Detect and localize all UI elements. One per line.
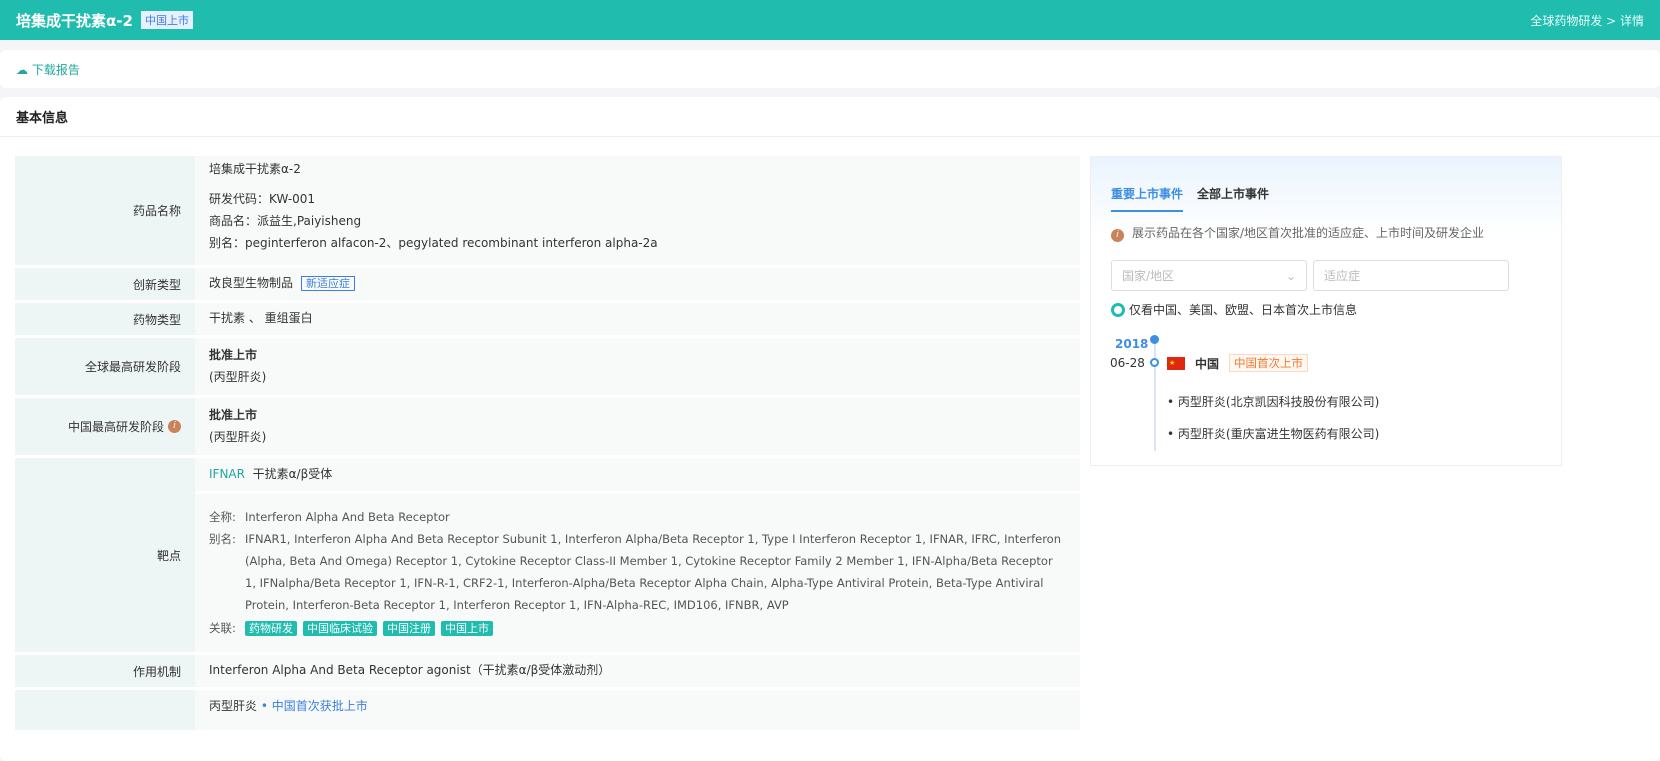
row-name: 药品名称 培集成干扰素α-2 研发代码：KW-001 商品名：派益生,Paiyish… <box>15 156 1080 265</box>
indication-input[interactable]: 适应症 <box>1313 260 1509 291</box>
market-events-panel: 重要上市事件 全部上市事件 i 展示药品在各个国家/地区首次批准的适应症、上市时间及… <box>1090 156 1562 466</box>
row-global-stage: 全球最高研发阶段 批准上市 (丙型肝炎) <box>15 338 1080 395</box>
page-title: 培集成干扰素α-2 <box>16 11 133 30</box>
timeline-year: 2018 <box>1115 337 1149 351</box>
section-title: 基本信息 <box>0 97 1660 137</box>
value: Interferon Alpha And Beta Receptor agoni… <box>195 655 1080 687</box>
timeline-dot <box>1150 335 1159 344</box>
tag: 新适应症 <box>301 276 356 291</box>
related-tag[interactable]: 中国临床试验 <box>303 620 377 636</box>
china-flag-icon: ★ <box>1167 356 1185 370</box>
cloud-download-icon: ☁︎ <box>16 62 32 77</box>
toggle-label: 仅看中国、美国、欧盟、日本首次上市信息 <box>1129 303 1358 317</box>
toolbar: ☁︎ 下载报告 <box>0 50 1660 88</box>
label: 全称: <box>209 510 236 524</box>
row-china-stage: 中国最高研发阶段 i 批准上市 (丙型肝炎) <box>15 398 1080 455</box>
label: 创新类型 <box>15 268 195 300</box>
tab-all-events[interactable]: 全部上市事件 <box>1197 185 1269 212</box>
row-indication: 丙型肝炎 • 中国首次获批上市 <box>15 690 1080 730</box>
timeline-date: 06-28 <box>1110 356 1145 370</box>
info-table: 药品名称 培集成干扰素α-2 研发代码：KW-001 商品名：派益生,Paiyish… <box>15 156 1080 733</box>
related-tag[interactable]: 中国上市 <box>441 620 493 636</box>
value: 干扰素 、 重组蛋白 <box>195 303 1080 335</box>
label: 药物类型 <box>15 303 195 335</box>
value: 研发代码：KW-001 <box>209 192 316 206</box>
breadcrumb[interactable]: 全球药物研发 > 详情 <box>1530 12 1644 29</box>
related-tag[interactable]: 药物研发 <box>245 620 297 636</box>
label: 关联: <box>209 620 236 635</box>
label: 全球最高研发阶段 <box>15 338 195 395</box>
label: 别名: <box>209 532 236 547</box>
placeholder: 国家/地区 <box>1122 269 1175 283</box>
note: (丙型肝炎) <box>209 370 267 384</box>
event-tag: 中国首次上市 <box>1229 354 1309 372</box>
event-item: • 丙型肝炎(北京凯因科技股份有限公司) <box>1167 395 1380 409</box>
toggle-radio[interactable] <box>1111 302 1125 317</box>
event-text: 丙型肝炎(北京凯因科技股份有限公司) <box>1177 395 1380 409</box>
label: 作用机制 <box>15 655 195 687</box>
row-innovation: 创新类型 改良型生物制品 新适应症 <box>15 268 1080 300</box>
value: 改良型生物制品 <box>209 276 294 290</box>
label: 靶点 <box>15 458 195 652</box>
status-badge: 中国上市 <box>140 11 193 29</box>
target-name: 干扰素α/β受体 <box>252 467 333 481</box>
indication-link[interactable]: • 中国首次获批上市 <box>261 699 368 713</box>
basic-info-card: 基本信息 药品名称 培集成干扰素α-2 研发代码：KW-001 商品名：派益生,Pa… <box>0 97 1660 761</box>
value: 丙型肝炎 <box>209 699 258 713</box>
related-tag[interactable]: 中国注册 <box>383 620 435 636</box>
label: 药品名称 <box>15 156 195 265</box>
download-report-button[interactable]: ☁︎ 下载报告 <box>16 61 80 78</box>
alias: IFNAR1, Interferon Alpha And Beta Recept… <box>245 532 1062 613</box>
placeholder: 适应症 <box>1324 269 1361 283</box>
target-link[interactable]: IFNAR <box>209 467 245 481</box>
note: (丙型肝炎) <box>209 430 267 444</box>
fullname: Interferon Alpha And Beta Receptor <box>245 510 450 524</box>
country: 中国 <box>1195 356 1220 371</box>
info-icon: i <box>1111 229 1124 242</box>
info-icon[interactable]: i <box>168 420 181 433</box>
value: 别名：peginterferon alfacon-2、pegylated rec… <box>209 236 658 250</box>
chevron-down-icon: ⌄ <box>1285 268 1296 283</box>
value: 批准上市 <box>209 348 258 362</box>
timeline-dot <box>1150 358 1159 367</box>
row-drug-type: 药物类型 干扰素 、 重组蛋白 <box>15 303 1080 335</box>
label: 中国最高研发阶段 <box>67 420 164 434</box>
download-label: 下载报告 <box>31 62 80 77</box>
info-text: 展示药品在各个国家/地区首次批准的适应症、上市时间及研发企业 <box>1132 226 1485 240</box>
top-bar: 培集成干扰素α-2 中国上市 全球药物研发 > 详情 <box>0 0 1660 40</box>
event-text: 丙型肝炎(重庆富进生物医药有限公司) <box>1177 427 1380 441</box>
event-item: • 丙型肝炎(重庆富进生物医药有限公司) <box>1167 427 1380 441</box>
value: 培集成干扰素α-2 <box>209 162 301 176</box>
tab-important-events[interactable]: 重要上市事件 <box>1111 185 1184 212</box>
row-mechanism: 作用机制 Interferon Alpha And Beta Receptor … <box>15 655 1080 687</box>
country-select[interactable]: 国家/地区 ⌄ <box>1111 260 1307 291</box>
value: 商品名：派益生,Paiyisheng <box>209 214 362 228</box>
value: 批准上市 <box>209 408 258 422</box>
row-target: 靶点 IFNAR 干扰素α/β受体 全称: Interferon Alpha An… <box>15 458 1080 652</box>
